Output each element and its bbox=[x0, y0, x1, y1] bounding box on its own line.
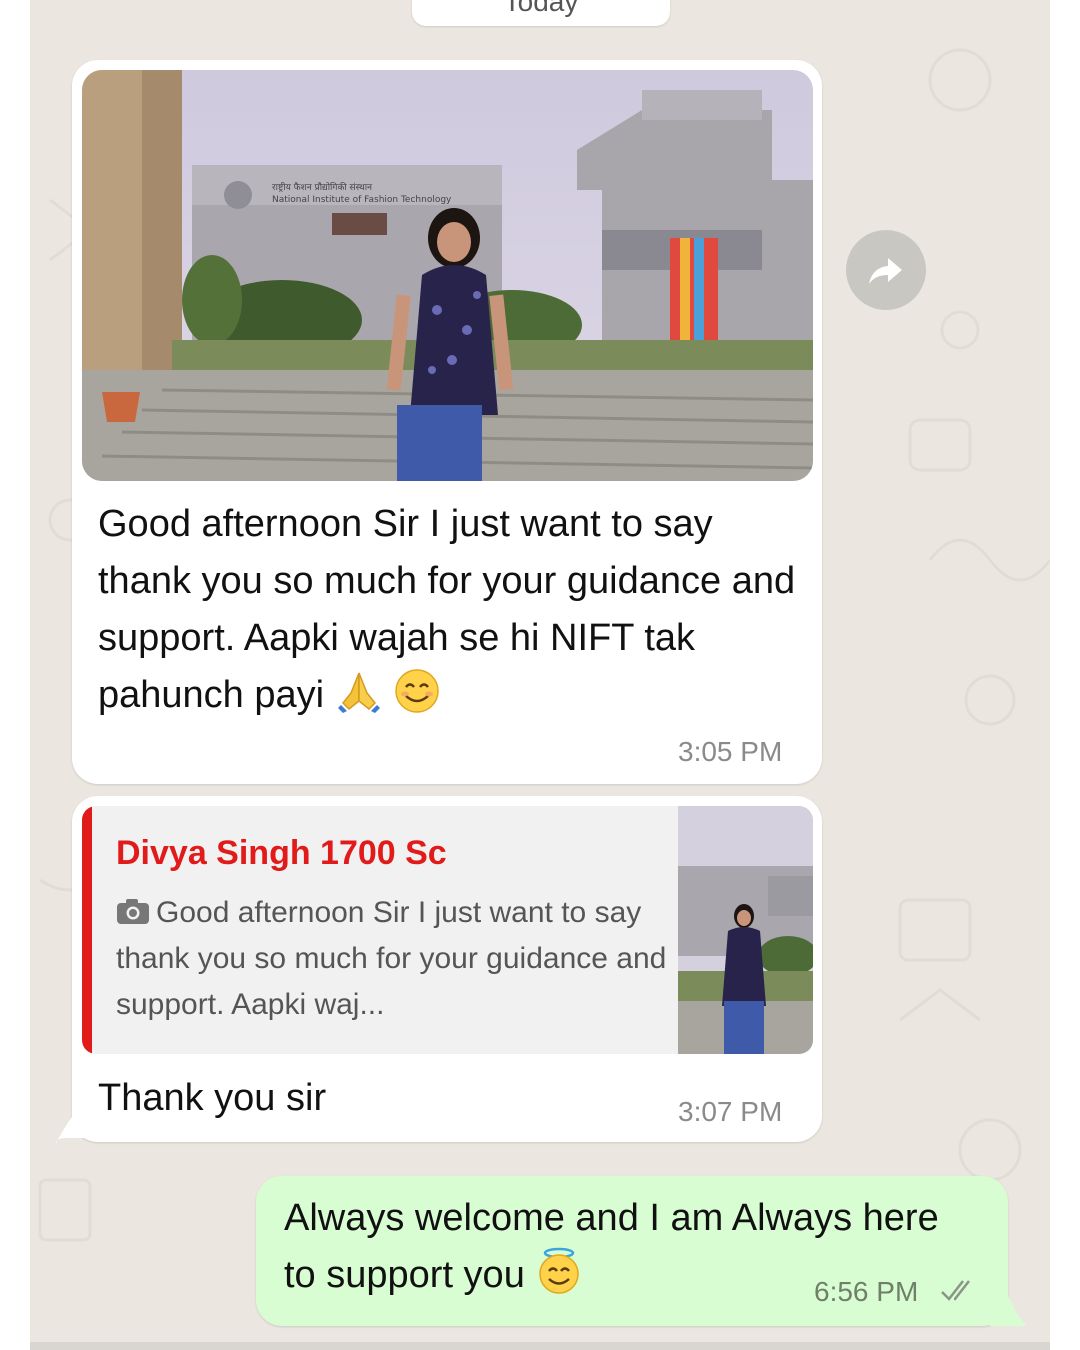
caption-text: Good afternoon Sir I just want to say th… bbox=[98, 503, 796, 716]
forward-button[interactable] bbox=[846, 230, 926, 310]
date-chip-label: Today bbox=[503, 0, 579, 17]
photo-sign-hindi: राष्ट्रीय फैशन प्रौद्योगिकी संस्थान bbox=[272, 181, 373, 193]
outgoing-bubble-tail bbox=[990, 1296, 1026, 1326]
quote-author: Divya Singh 1700 Sc bbox=[116, 834, 447, 872]
delivered-ticks-icon bbox=[941, 1280, 970, 1301]
smiling-face-icon bbox=[395, 669, 439, 713]
quote-text-block: Good afternoon Sir I just want to say th… bbox=[116, 890, 676, 1028]
date-chip: Today bbox=[412, 0, 670, 26]
quote-thumbnail bbox=[678, 806, 813, 1054]
camera-icon bbox=[117, 899, 149, 924]
forward-arrow-icon bbox=[869, 258, 902, 284]
photo-image: राष्ट्रीय फैशन प्रौद्योगिकी संस्थान Nati… bbox=[82, 70, 813, 481]
quoted-message[interactable]: Divya Singh 1700 Sc Good afternoon Sir I… bbox=[82, 806, 813, 1054]
bottom-divider bbox=[30, 1342, 1050, 1350]
bubble-tail bbox=[56, 1114, 96, 1144]
message-photo[interactable]: राष्ट्रीय फैशन प्रौद्योगिकी संस्थान Nati… bbox=[82, 70, 813, 481]
message-caption: Good afternoon Sir I just want to say th… bbox=[98, 496, 798, 724]
message-timestamp: 3:05 PM bbox=[678, 736, 783, 767]
quote-accent-bar bbox=[82, 806, 92, 1054]
folded-hands-icon bbox=[337, 672, 380, 713]
quote-text: Good afternoon Sir I just want to say th… bbox=[116, 896, 667, 1021]
thumbnail-image bbox=[678, 806, 813, 1054]
smiling-face-with-halo-icon bbox=[539, 1247, 580, 1294]
reply-text: Thank you sir bbox=[98, 1077, 327, 1119]
outgoing-timestamp: 6:56 PM bbox=[814, 1276, 919, 1307]
photo-sign-english: National Institute of Fashion Technology bbox=[272, 195, 452, 205]
reply-timestamp: 3:07 PM bbox=[678, 1096, 783, 1127]
